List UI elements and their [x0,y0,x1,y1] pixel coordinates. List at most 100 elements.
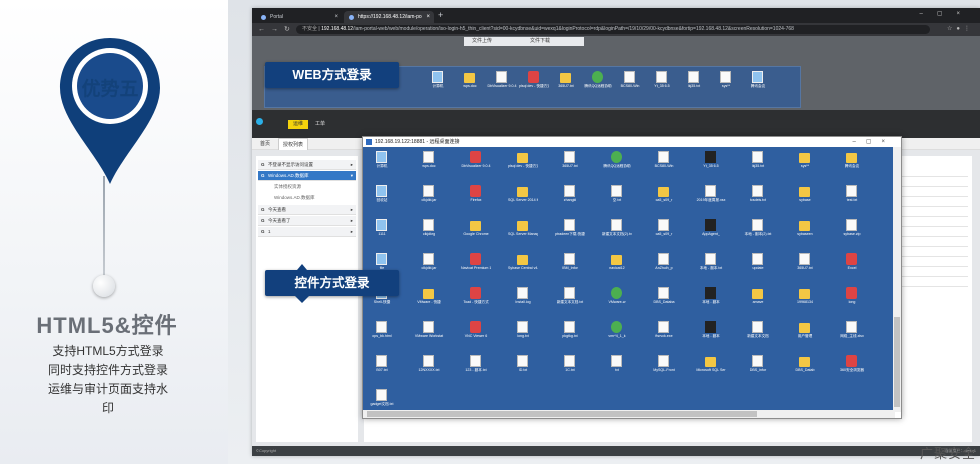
desktop-icon[interactable]: pkgtkg.txt [557,321,583,345]
vertical-scrollbar[interactable] [893,147,901,412]
desktop-icon[interactable]: VNC Viewer 6 [463,321,489,345]
desktop-icon[interactable]: Install.log [510,287,536,311]
desktop-icon[interactable]: sybase.zip [839,219,865,243]
desktop-icon[interactable]: 本地 - 副本 [698,321,724,345]
desktop-icon[interactable]: VMware-w [604,287,630,311]
subtab-auth-list[interactable]: 授权列表 [278,138,309,150]
desktop-icon[interactable]: amave [745,287,771,311]
desktop-icon[interactable]: Firefox [463,185,489,209]
tab-portal[interactable]: Portal × [256,11,342,23]
desktop-icon[interactable]: ca5_s09_r [651,219,677,243]
desktop-icon[interactable]: 123 - 副本.txt [463,355,489,379]
desktop-icon[interactable]: Sybase Central v4.3 [508,253,538,277]
desktop-icon[interactable]: sys** [792,151,818,175]
sidebar-item[interactable]: G 1 ▸ [258,227,356,237]
desktop-icon[interactable]: clkjdkt.jar [416,185,442,209]
desktop-icon[interactable]: test.txt [839,185,865,209]
desktop-icon[interactable]: 网络_主线.xlsx [839,321,865,345]
desktop-icon[interactable]: Microsoft SQL Ser [696,355,726,379]
close-icon[interactable]: × [334,11,338,23]
desktop-icon[interactable]: txt [604,355,630,379]
tab-iam[interactable]: https://192.168.48.12/iam-po × [344,11,434,23]
desktop-icon[interactable]: Google Chrome [463,219,489,243]
desktop-icon[interactable]: clkjdkt.jar [416,253,442,277]
desktop-icon[interactable]: 计算机 [369,151,395,175]
desktop-icon[interactable]: VMware - 快捷 [416,287,442,311]
desktop-icon[interactable]: ca5_s09_r [651,185,677,209]
sidebar-subitem[interactable]: Windows.AD.数据库 [258,193,356,203]
desktop-icon[interactable]: 用户管理 [792,321,818,345]
address-bar[interactable]: 不安全 | 192.168.48.12/iam-portal-web/web/m… [296,25,930,34]
rdp-window-controls[interactable]: –▢× [852,137,895,147]
desktop-icon[interactable]: DBS_Datab [792,355,818,379]
desktop-icon[interactable]: VMware Workstat [415,321,443,345]
desktop-icon[interactable]: 365U7.txt [557,151,583,175]
desktop-icon[interactable]: ftsrvck.exe [651,321,677,345]
desktop-icon[interactable]: 2019年度周报.xsx [697,185,725,209]
desktop-icon[interactable]: 360安全浏览器 [839,355,865,379]
sidebar-item-active[interactable]: G Windows.AD.数据库 ▾ [258,171,356,181]
desktop-icon[interactable]: clkjdkrg [416,219,442,243]
sidebar-item[interactable]: G 今天查看了 ▸ [258,216,356,226]
desktop-icon[interactable]: ID.txt [510,355,536,379]
desktop-icon[interactable]: ops_bk.html [369,321,395,345]
desktop-icon[interactable]: 腾讯会议 [839,151,865,175]
desktop-icon[interactable]: wps.doc [416,151,442,175]
nav-buttons[interactable]: ←→↻ [258,25,296,33]
desktop-icon[interactable]: lkj35.txt [745,151,771,175]
desktop-icon[interactable]: 本地 - 副本.txt [698,253,724,277]
tab-ticket[interactable]: 工单 [310,120,330,129]
sidebar-item[interactable]: G 不登录不显示访问设置 ▸ [258,160,356,170]
desktop-icon[interactable]: tcsdeis.txt [745,185,771,209]
desktop-icon[interactable]: IBM_Infor [557,253,583,277]
browser-menu-icons[interactable]: ☆●⋮ [947,25,974,32]
desktop-icon[interactable]: long.txt [510,321,536,345]
horizontal-scrollbar[interactable] [363,410,895,418]
desktop-icon[interactable]: 1C.txt [557,355,583,379]
desktop-icon[interactable]: long [839,287,865,311]
desktop-icon[interactable]: 新建文本文档(2).txt [602,219,632,243]
desktop-icon[interactable]: 腾讯QQ远程协助 [603,151,631,175]
desktop-icon[interactable]: Toad - 快捷方式 [463,287,489,311]
desktop-icon[interactable]: AnZhuih_p [651,253,677,277]
desktop-icon[interactable]: vmr*4_1_k [604,321,630,345]
desktop-icon[interactable]: DBS_infor [745,355,771,379]
desktop-icon[interactable]: navicat12 [604,253,630,277]
desktop-icon[interactable]: gadget文档.txt [369,389,395,412]
sidebar-subitem[interactable]: 实体授权资源 [258,182,356,192]
new-tab-icon[interactable]: + [438,10,443,20]
desktop-icon[interactable]: 回收站 [369,185,395,209]
desktop-icon[interactable]: BCS80-Win [651,151,677,175]
sidebar-item[interactable]: G 今天查看 ▸ [258,205,356,215]
desktop-icon[interactable]: SQL Server 2014 Ma [508,185,538,209]
desktop-icon[interactable]: sybaseen [792,219,818,243]
desktop-icon[interactable]: 新建文本文档.txt [557,287,583,311]
desktop-icon[interactable]: AppAgent_ [698,219,724,243]
desktop-icon[interactable]: MySQL-Front [651,355,677,379]
desktop-icon[interactable]: 本地 - 副本(2).txt [745,219,771,243]
desktop-icon[interactable]: Yt_35 6.5 [698,151,724,175]
desktop-icon[interactable]: DbVisualizer 9.0.4 [461,151,491,175]
subtab-home[interactable]: 首页 [256,138,274,150]
tab-ops[interactable]: 运维 [288,120,309,129]
desktop-icon[interactable]: 空.txt [604,185,630,209]
desktop-icon[interactable]: Excel [839,253,865,277]
close-icon[interactable]: × [426,11,430,23]
remote-desktop[interactable]: 计算机 wps.doc DbVisualizer 9.0.4 plsql dev - … [363,147,895,412]
desktop-icon[interactable]: ptradeen下载-快捷 [555,219,585,243]
desktop-icon[interactable]: 1111 [369,219,395,243]
desktop-icon[interactable]: update [745,253,771,277]
desktop-icon[interactable]: B07.txt [369,355,395,379]
upload-button[interactable]: 文件上传 [472,37,492,46]
desktop-icon[interactable]: plsql dev - 快捷方式 [508,151,538,175]
desktop-icon[interactable]: 365U7.txt [792,253,818,277]
desktop-icon[interactable]: 新建文本文档 [745,321,771,345]
desktop-icon[interactable]: 本地 - 副本 [698,287,724,311]
desktop-icon[interactable]: zhangkl [557,185,583,209]
desktop-icon[interactable]: 12NXXXX.txt [416,355,442,379]
desktop-icon[interactable]: Navicat Premium 12 [461,253,491,277]
desktop-icon[interactable]: SQL Server Manageme [508,219,538,243]
window-controls[interactable]: –▢× [919,10,974,17]
download-button[interactable]: 文件下载 [530,37,550,46]
desktop-icon[interactable]: 19968134 [792,287,818,311]
